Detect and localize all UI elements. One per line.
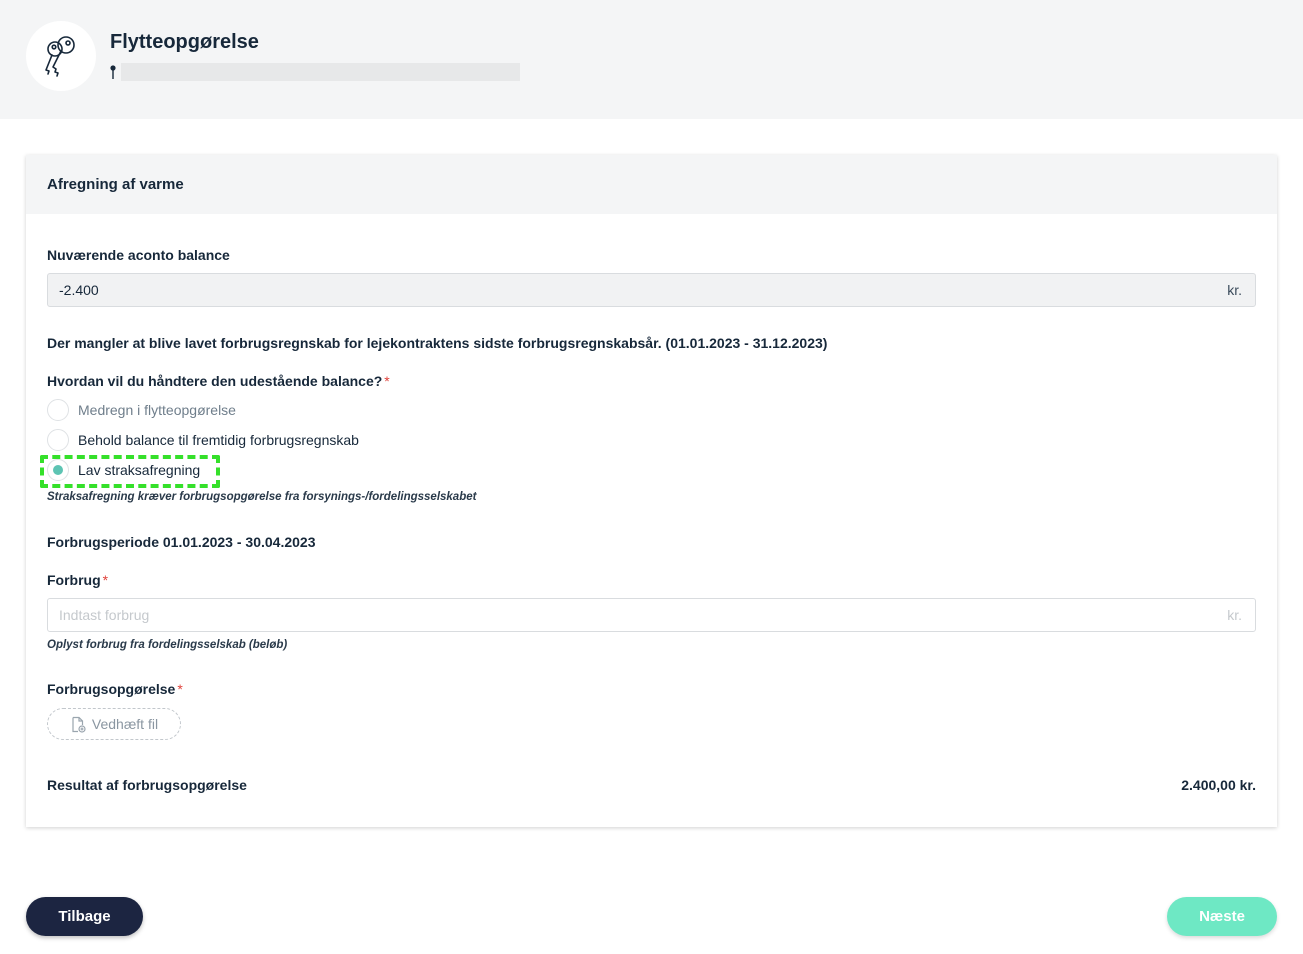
attachment-label-text: Forbrugsopgørelse <box>47 681 176 697</box>
question-label: Hvordan vil du håndtere den udestående b… <box>47 373 390 389</box>
aconto-label: Nuværende aconto balance <box>47 247 230 263</box>
file-attach-icon <box>70 716 86 733</box>
attach-file-button[interactable]: Vedhæft fil <box>47 708 181 740</box>
forbrug-label-text: Forbrug <box>47 572 101 588</box>
period-text: Forbrugsperiode 01.01.2023 - 30.04.2023 <box>47 534 316 550</box>
aconto-unit: kr. <box>1227 282 1242 298</box>
required-marker: * <box>384 373 390 389</box>
straksafregning-hint: Straksafregning kræver forbrugsopgørelse… <box>47 491 477 503</box>
address-placeholder-bar <box>121 63 520 81</box>
radio-option-medregn[interactable]: Medregn i flytteopgørelse <box>47 399 236 421</box>
keys-icon <box>26 21 96 91</box>
radio-button[interactable] <box>47 429 69 451</box>
forbrug-placeholder: Indtast forbrug <box>59 607 150 623</box>
card-title: Afregning af varme <box>47 176 184 193</box>
page-title: Flytteopgørelse <box>110 31 259 53</box>
pin-icon <box>110 65 116 79</box>
radio-label: Medregn i flytteopgørelse <box>78 402 236 418</box>
radio-button[interactable] <box>47 399 69 421</box>
attach-file-label: Vedhæft fil <box>91 716 159 732</box>
attachment-label: Forbrugsopgørelse * <box>47 681 183 697</box>
back-button[interactable]: Tilbage <box>26 897 143 936</box>
aconto-value: -2.400 <box>59 282 99 298</box>
forbrug-hint: Oplyst forbrug fra fordelingsselskab (be… <box>47 639 288 651</box>
required-marker: * <box>177 681 183 697</box>
notice-text: Der mangler at blive lavet forbrugsregns… <box>47 335 828 351</box>
required-marker: * <box>102 572 109 588</box>
forbrug-unit: kr. <box>1227 607 1242 623</box>
radio-option-behold[interactable]: Behold balance til fremtidig forbrugsreg… <box>47 429 359 451</box>
aconto-balance-field: -2.400 kr. <box>47 273 1256 307</box>
next-button[interactable]: Næste <box>1167 897 1277 936</box>
result-value: 2.400,00 kr. <box>1181 777 1256 793</box>
card-header: Afregning af varme <box>26 155 1277 214</box>
result-label: Resultat af forbrugsopgørelse <box>47 777 247 793</box>
forbrug-input[interactable]: Indtast forbrug kr. <box>47 598 1256 632</box>
address-row <box>110 63 520 81</box>
forbrug-label: Forbrug * <box>47 572 108 588</box>
page-header: Flytteopgørelse <box>0 0 1303 119</box>
question-text: Hvordan vil du håndtere den udestående b… <box>47 373 383 389</box>
radio-label: Behold balance til fremtidig forbrugsreg… <box>78 432 359 448</box>
heating-settlement-card: Afregning af varme Nuværende aconto bala… <box>26 155 1277 827</box>
highlight-box <box>40 455 220 488</box>
